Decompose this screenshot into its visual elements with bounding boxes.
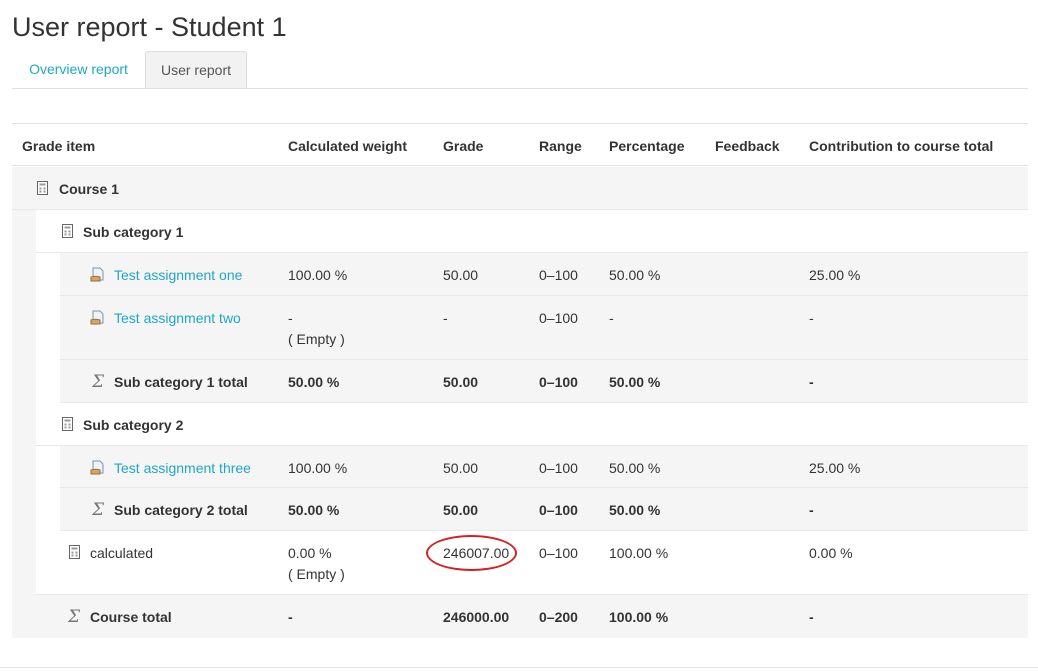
assignment-icon (90, 267, 106, 283)
grade-cell: 50.00 (443, 460, 479, 476)
header-grade-item: Grade item (22, 138, 96, 154)
page-title: User report - Student 1 (12, 12, 287, 42)
sigma-icon: Σ (92, 373, 106, 389)
highlight-circle (426, 535, 517, 571)
contribution-cell: 25.00 % (809, 267, 861, 283)
range-cell: 0–100 (539, 545, 578, 561)
table-row: Test assignment three 100.00 % 50.00 0–1… (60, 446, 1028, 488)
percentage-cell: 100.00 % (609, 545, 669, 561)
assignment-icon (90, 460, 106, 476)
grade-cell: 50.00 (443, 374, 479, 390)
grade-cell: - (443, 310, 448, 326)
range-cell: 0–100 (539, 267, 578, 283)
contribution-cell: 25.00 % (809, 460, 861, 476)
course-row: Course 1 (12, 167, 1028, 210)
table-row: Test assignment one 100.00 % 50.00 0–100… (60, 253, 1028, 296)
total-name: Course total (90, 609, 172, 625)
subcat2-row: Sub category 2 (36, 403, 1028, 446)
grade-cell: 50.00 (443, 502, 479, 518)
footer-divider (0, 667, 1038, 668)
calculated-row: calculated 0.00 % ( Empty ) 246007.00 0–… (36, 531, 1028, 595)
contribution-cell: - (809, 310, 814, 326)
svg-text:Σ: Σ (92, 501, 105, 517)
range-cell: 0–100 (539, 502, 578, 518)
weight-cell: 50.00 % (288, 374, 340, 390)
percentage-cell: 50.00 % (609, 267, 661, 283)
weight-cell: 50.00 % (288, 502, 340, 518)
contribution-cell: - (809, 609, 814, 625)
calculator-icon (69, 545, 80, 562)
calculated-name: calculated (90, 545, 154, 561)
grade-cell: 50.00 (443, 267, 479, 283)
weight-cell: 100.00 % (288, 460, 348, 476)
weight-cell: 100.00 % (288, 267, 348, 283)
svg-text:Σ: Σ (92, 373, 105, 389)
category-icon (37, 181, 48, 195)
tab-user-report[interactable]: User report (145, 51, 247, 88)
subcat2-name: Sub category 2 (83, 417, 184, 433)
percentage-cell: 50.00 % (609, 374, 661, 390)
sigma-icon: Σ (68, 608, 82, 624)
header-calculated-weight: Calculated weight (288, 138, 408, 154)
percentage-cell: 50.00 % (609, 460, 661, 476)
assignment-icon (90, 310, 106, 326)
table-row: Test assignment two - ( Empty ) - 0–100 … (60, 296, 1028, 360)
range-cell: 0–100 (539, 310, 578, 326)
weight-cell: 0.00 % (288, 545, 332, 561)
weight-empty-note: ( Empty ) (288, 331, 345, 347)
category-icon (62, 417, 73, 431)
weight-empty-note: ( Empty ) (288, 566, 345, 582)
tab-overview-report[interactable]: Overview report (12, 51, 145, 87)
contribution-cell: - (809, 374, 814, 390)
category-icon (62, 224, 73, 238)
percentage-cell: 100.00 % (609, 609, 669, 625)
percentage-cell: - (609, 310, 614, 326)
subcat1-name: Sub category 1 (83, 224, 184, 240)
subcat1-row: Sub category 1 (36, 210, 1028, 253)
header-feedback: Feedback (715, 138, 780, 154)
header-range: Range (539, 138, 582, 154)
report-tabs: Overview report User report (12, 51, 1028, 89)
range-cell: 0–100 (539, 460, 578, 476)
percentage-cell: 50.00 % (609, 502, 661, 518)
contribution-cell: - (809, 502, 814, 518)
course-name: Course 1 (59, 181, 119, 197)
header-percentage: Percentage (609, 138, 685, 154)
assignment-link[interactable]: Test assignment two (114, 310, 241, 326)
assignment-link[interactable]: Test assignment one (114, 267, 242, 283)
weight-cell: - (288, 310, 293, 326)
contribution-cell: 0.00 % (809, 545, 853, 561)
svg-text:Σ: Σ (68, 608, 81, 624)
header-contribution: Contribution to course total (809, 138, 994, 154)
subcat2-total-row: Σ Sub category 2 total 50.00 % 50.00 0–1… (60, 488, 1028, 531)
range-cell: 0–200 (539, 609, 578, 625)
weight-cell: - (288, 609, 293, 625)
range-cell: 0–100 (539, 374, 578, 390)
sigma-icon: Σ (92, 501, 106, 517)
header-grade: Grade (443, 138, 484, 154)
grade-cell: 246000.00 (443, 609, 510, 625)
assignment-link[interactable]: Test assignment three (114, 460, 251, 476)
subcat1-total-row: Σ Sub category 1 total 50.00 % 50.00 0–1… (60, 360, 1028, 403)
total-name: Sub category 1 total (114, 374, 248, 390)
total-name: Sub category 2 total (114, 502, 248, 518)
course-total-row: Σ Course total - 246000.00 0–200 100.00 … (12, 595, 1028, 638)
table-header: Grade item Calculated weight Grade Range… (12, 123, 1028, 166)
